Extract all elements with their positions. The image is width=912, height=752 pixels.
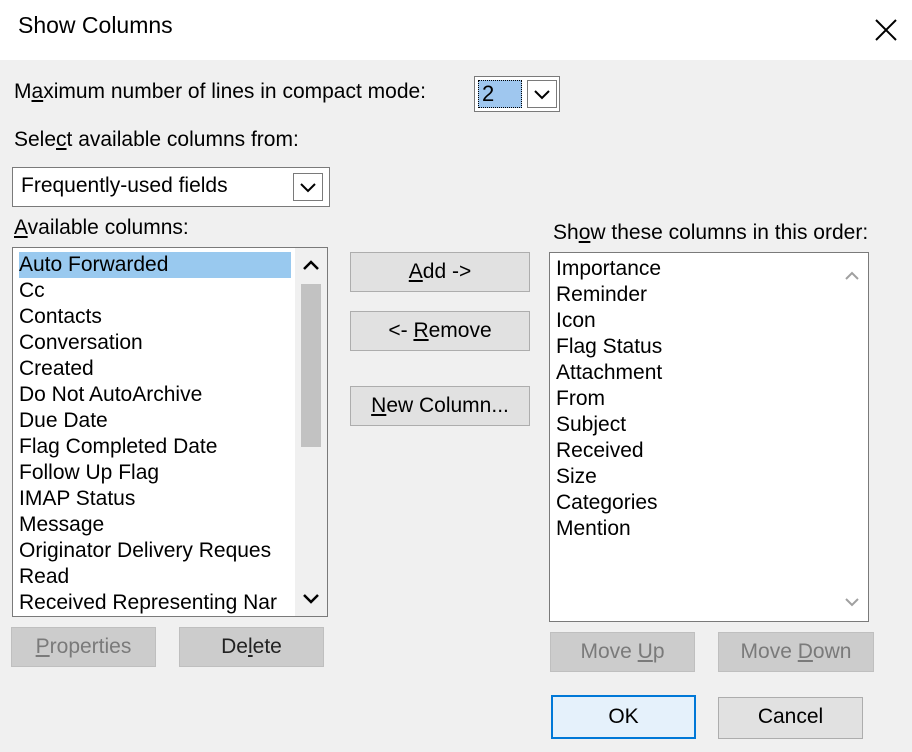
button-accel: R <box>413 319 429 342</box>
list-item[interactable]: Created <box>19 356 94 382</box>
list-item[interactable]: Received <box>556 438 644 464</box>
chevron-down-icon <box>303 594 319 604</box>
button-text: <- <box>388 319 414 342</box>
label-text: ximum number of lines in compact mode: <box>43 80 427 103</box>
button-accel: N <box>371 394 387 417</box>
list-item[interactable]: Conversation <box>19 330 143 356</box>
max-lines-dropdown-button[interactable] <box>527 80 557 108</box>
shown-scrollbar <box>836 253 868 621</box>
list-item[interactable]: Contacts <box>19 304 102 330</box>
list-item[interactable]: Attachment <box>556 360 662 386</box>
scroll-up-button[interactable] <box>295 248 327 282</box>
button-accel: U <box>637 640 653 663</box>
select-from-dropdown-button[interactable] <box>293 173 323 201</box>
list-item[interactable]: Due Date <box>19 408 108 434</box>
button-text: Move <box>580 640 638 663</box>
label-text: w these columns in this order: <box>590 221 869 244</box>
chevron-down-icon <box>300 183 316 193</box>
max-lines-value[interactable]: 2 <box>478 80 522 108</box>
properties-button[interactable]: Properties <box>11 627 156 667</box>
window-title: Show Columns <box>18 12 173 38</box>
button-text: Move <box>740 640 798 663</box>
max-lines-label: Maximum number of lines in compact mode: <box>14 80 426 104</box>
label-text: M <box>14 80 32 103</box>
shown-columns-list[interactable]: Importance Reminder Icon Flag Status Att… <box>549 252 869 622</box>
label-text: Sh <box>553 221 579 244</box>
chevron-down-icon <box>534 90 550 100</box>
label-accel: c <box>56 128 67 151</box>
title-bar: Show Columns <box>0 0 912 60</box>
list-item[interactable]: Auto Forwarded <box>19 252 291 278</box>
list-item[interactable]: From <box>556 386 605 412</box>
button-text: emove <box>428 319 492 342</box>
select-from-label: Select available columns from: <box>14 128 299 152</box>
chevron-up-icon <box>303 260 319 270</box>
close-button[interactable] <box>864 8 908 52</box>
label-text: Sele <box>14 128 57 151</box>
list-item[interactable]: Message <box>19 512 104 538</box>
button-accel: A <box>408 260 423 283</box>
scroll-thumb[interactable] <box>301 284 321 447</box>
new-column-button[interactable]: New Column... <box>350 386 530 426</box>
label-accel: a <box>31 80 44 103</box>
remove-button[interactable]: <- Remove <box>350 311 530 351</box>
close-icon <box>875 19 897 41</box>
button-text: own <box>812 640 852 663</box>
label-accel: o <box>578 221 591 244</box>
list-item[interactable]: Importance <box>556 256 661 282</box>
button-text: ew Column... <box>386 394 509 417</box>
button-text: dd -> <box>422 260 472 283</box>
list-item[interactable]: Flag Completed Date <box>19 434 217 460</box>
list-item[interactable]: Received Representing Nar <box>19 590 293 616</box>
label-text: t available columns from: <box>66 128 299 151</box>
chevron-down-icon <box>845 598 859 607</box>
ok-button[interactable]: OK <box>551 695 696 739</box>
label-accel: A <box>14 216 28 239</box>
list-item[interactable]: Mention <box>556 516 631 542</box>
button-text: ete <box>252 635 282 658</box>
list-item[interactable]: Size <box>556 464 597 490</box>
button-accel: D <box>797 640 813 663</box>
move-up-button[interactable]: Move Up <box>550 632 695 672</box>
button-text: roperties <box>49 635 132 658</box>
scroll-down-button[interactable] <box>295 582 327 616</box>
delete-button[interactable]: Delete <box>179 627 324 667</box>
move-down-button[interactable]: Move Down <box>718 632 874 672</box>
list-item[interactable]: Originator Delivery Reques <box>19 538 293 564</box>
button-text: De <box>221 635 248 658</box>
chevron-up-icon <box>845 271 859 280</box>
cancel-button[interactable]: Cancel <box>718 697 863 739</box>
available-scrollbar[interactable] <box>295 248 327 616</box>
max-lines-spinner[interactable]: 2 <box>474 76 560 112</box>
list-item[interactable]: Flag Status <box>556 334 662 360</box>
list-item[interactable]: Icon <box>556 308 596 334</box>
available-columns-list[interactable]: Auto Forwarded Cc Contacts Conversation … <box>12 247 328 617</box>
available-columns-label: Available columns: <box>14 216 189 240</box>
scroll-down-button <box>836 585 868 619</box>
list-item[interactable]: Reminder <box>556 282 647 308</box>
button-text: p <box>652 640 665 663</box>
list-item[interactable]: Read <box>19 564 69 590</box>
list-item[interactable]: Follow Up Flag <box>19 460 159 486</box>
list-item[interactable]: IMAP Status <box>19 486 135 512</box>
label-text: vailable columns: <box>27 216 189 239</box>
select-from-dropdown[interactable]: Frequently-used fields <box>12 167 330 207</box>
list-item[interactable]: Subject <box>556 412 626 438</box>
add-button[interactable]: Add -> <box>350 252 530 292</box>
scroll-up-button <box>836 259 868 293</box>
list-item[interactable]: Do Not AutoArchive <box>19 382 202 408</box>
select-from-value: Frequently-used fields <box>21 174 228 197</box>
shown-columns-label: Show these columns in this order: <box>553 221 868 245</box>
list-item[interactable]: Categories <box>556 490 658 516</box>
list-item[interactable]: Cc <box>19 278 45 304</box>
button-accel: P <box>35 635 50 658</box>
